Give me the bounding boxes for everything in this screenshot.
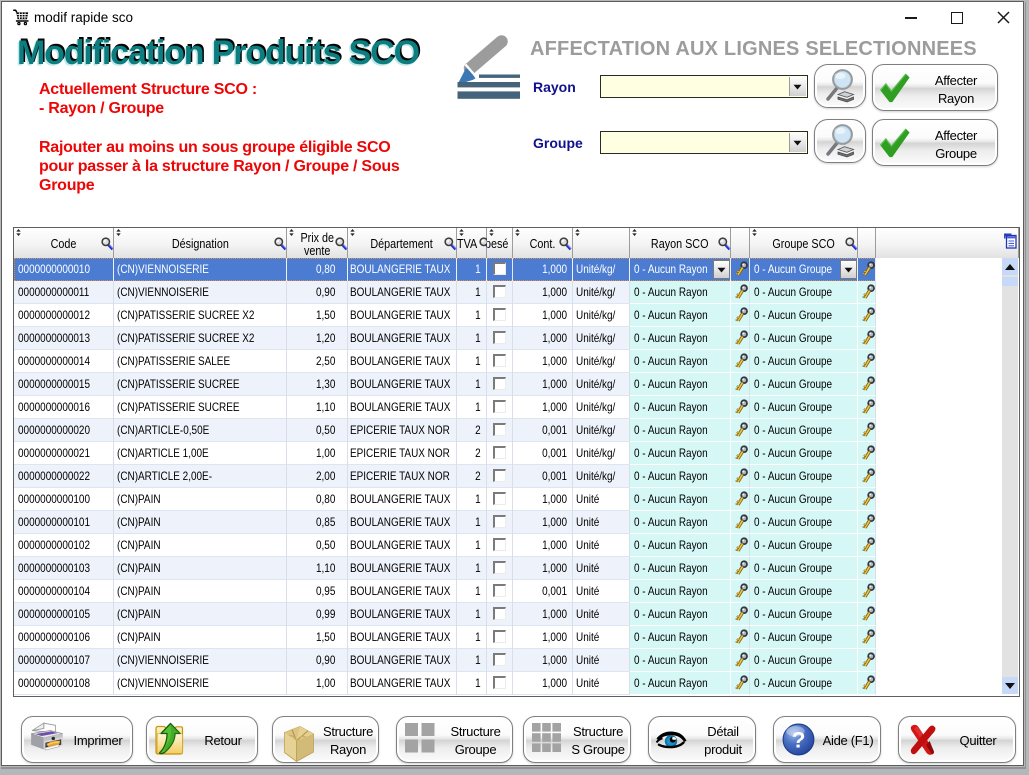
svg-text:?: ? — [792, 728, 806, 753]
